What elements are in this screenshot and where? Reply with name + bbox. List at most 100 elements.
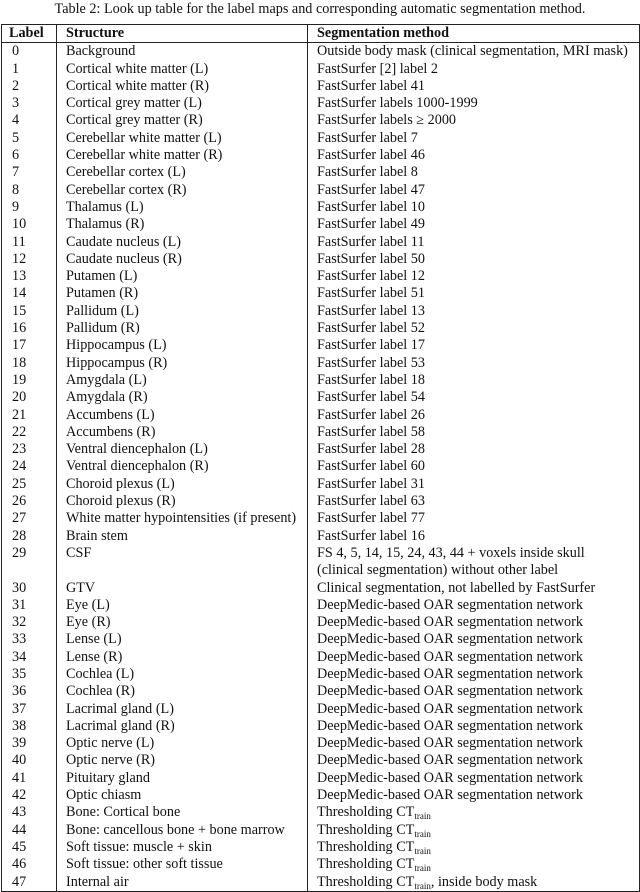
method-text: FastSurfer label 58 — [317, 423, 425, 440]
method-subscript: train — [414, 828, 431, 839]
method-subscript: train — [414, 863, 431, 874]
cell-label: 27 — [12, 510, 27, 527]
cell-label: 26 — [12, 493, 27, 510]
method-text-line2: (clinical segmentation) without other la… — [317, 562, 559, 579]
cell-segmentation-method: DeepMedic-based OAR segmentation network — [307, 683, 640, 701]
cell-structure: Eye (L) — [56, 596, 308, 615]
cell-structure: Pallidum (R) — [56, 320, 308, 338]
cell-label: 31 — [12, 596, 27, 613]
cell-segmentation-method: DeepMedic-based OAR segmentation network — [307, 717, 640, 736]
method-text: DeepMedic-based OAR segmentation network — [317, 752, 583, 769]
table-row: 20 Amygdala (R) FastSurfer label 54 — [2, 389, 640, 407]
cell-structure: Cerebellar cortex (R) — [56, 181, 308, 199]
cell-structure: Thalamus (R) — [56, 216, 308, 234]
method-text: FastSurfer label 31 — [317, 475, 425, 492]
cell-label: 16 — [12, 320, 27, 337]
cell-label: 43 — [12, 804, 27, 821]
cell-segmentation-method: FastSurfer label 54 — [307, 389, 640, 407]
table-row: 37 Lacrimal gland (L) DeepMedic-based OAR … — [2, 700, 640, 718]
table-row: 38 Lacrimal gland (R) DeepMedic-based OAR … — [2, 717, 640, 736]
method-text: FastSurfer label 50 — [317, 250, 425, 267]
label-lookup-table: Label Structure Segmentation method 0 Bac… — [1, 24, 640, 892]
method-text: FastSurfer label 11 — [317, 233, 425, 250]
cell-label: 10 — [12, 216, 27, 233]
cell-segmentation-method: DeepMedic-based OAR segmentation network — [307, 631, 640, 649]
method-text: DeepMedic-based OAR segmentation network — [317, 769, 583, 786]
cell-segmentation-method: FastSurfer label 47 — [307, 181, 640, 199]
cell-segmentation-method: FastSurfer label 63 — [307, 493, 640, 511]
cell-label: 17 — [12, 337, 27, 354]
method-text: FastSurfer label 51 — [317, 285, 425, 302]
cell-structure: Cortical grey matter (L) — [56, 95, 308, 113]
cell-label: 35 — [12, 665, 27, 682]
table-row: 13 Putamen (L) FastSurfer label 12 — [2, 268, 640, 286]
cell-segmentation-method: FS 4, 5, 14, 15, 24, 43, 44 + voxels ins… — [307, 544, 640, 580]
table-row: 11 Caudate nucleus (L) FastSurfer label 11 — [2, 233, 640, 251]
cell-segmentation-method: FastSurfer label 77 — [307, 510, 640, 528]
method-text: FastSurfer label 17 — [317, 337, 425, 354]
cell-label: 46 — [12, 856, 27, 873]
cell-structure: GTV — [56, 579, 308, 597]
cell-segmentation-method: DeepMedic-based OAR segmentation network — [307, 769, 640, 788]
method-text: FastSurfer labels 1000-1999 — [317, 95, 478, 112]
method-text: FastSurfer label 8 — [317, 164, 418, 181]
table-row: 35 Cochlea (L) DeepMedic-based OAR segment… — [2, 665, 640, 684]
cell-segmentation-method: FastSurfer label 12 — [307, 268, 640, 286]
cell-label: 37 — [12, 700, 27, 717]
cell-segmentation-method: FastSurfer label 51 — [307, 285, 640, 303]
cell-label: 18 — [12, 354, 27, 371]
cell-structure: Optic nerve (L) — [56, 735, 308, 753]
cell-structure: Amygdala (L) — [56, 371, 308, 390]
cell-segmentation-method: FastSurfer label 60 — [307, 458, 640, 476]
cell-structure: Cortical white matter (R) — [56, 77, 308, 96]
method-text: FastSurfer label 52 — [317, 320, 425, 337]
cell-structure: Cerebellar cortex (L) — [56, 164, 308, 182]
cell-label: 28 — [12, 527, 27, 544]
cell-label: 15 — [12, 302, 27, 319]
method-text: FastSurfer label 18 — [317, 371, 425, 388]
method-text: Outside body mask (clinical segmentation… — [317, 43, 628, 60]
table-row: 19 Amygdala (L) FastSurfer label 18 — [2, 371, 640, 390]
header-structure: Structure — [56, 24, 308, 44]
method-text: FastSurfer label 77 — [317, 510, 425, 527]
method-text: FastSurfer label 7 — [317, 129, 418, 146]
method-text: FastSurfer label 46 — [317, 147, 425, 164]
cell-structure: Caudate nucleus (R) — [56, 250, 308, 269]
table-row: 2 Cortical white matter (R) FastSurfer lab… — [2, 77, 640, 96]
cell-label: 9 — [12, 198, 20, 215]
table-header-row: Label Structure Segmentation method — [1, 24, 640, 44]
method-text: FastSurfer label 26 — [317, 406, 425, 423]
table-row: 10 Thalamus (R) FastSurfer label 49 — [2, 216, 640, 234]
table-row: 22 Accumbens (R) FastSurfer label 58 — [2, 423, 640, 442]
cell-label: 12 — [12, 250, 27, 267]
cell-structure: Hippocampus (L) — [56, 337, 308, 355]
cell-structure: Cortical white matter (L) — [56, 60, 308, 78]
method-text: FastSurfer label 54 — [317, 389, 425, 406]
method-text: FastSurfer [2] label 2 — [317, 60, 438, 77]
method-text: Thresholding CT — [317, 873, 415, 890]
table-row: 36 Cochlea (R) DeepMedic-based OAR segment… — [2, 683, 640, 701]
cell-label: 47 — [12, 873, 27, 890]
cell-segmentation-method: FastSurfer [2] label 2 — [307, 60, 640, 78]
cell-segmentation-method: FastSurfer label 7 — [307, 129, 640, 148]
cell-label: 39 — [12, 735, 27, 752]
method-subscript: train — [414, 880, 431, 891]
cell-segmentation-method: FastSurfer label 17 — [307, 337, 640, 355]
cell-segmentation-method: DeepMedic-based OAR segmentation network — [307, 665, 640, 684]
cell-segmentation-method: FastSurfer label 31 — [307, 475, 640, 494]
cell-segmentation-method: FastSurfer label 41 — [307, 77, 640, 96]
cell-segmentation-method: FastSurfer label 26 — [307, 406, 640, 424]
cell-label: 30 — [12, 579, 27, 596]
cell-structure: Cerebellar white matter (R) — [56, 147, 308, 165]
header-label: Label — [1, 24, 57, 44]
cell-structure: Choroid plexus (R) — [56, 493, 308, 511]
cell-structure: Lense (L) — [56, 631, 308, 649]
cell-label: 13 — [12, 268, 27, 285]
cell-structure: Bone: Cortical bone — [56, 804, 308, 822]
cell-label: 41 — [12, 769, 27, 786]
table-row: 8 Cerebellar cortex (R) FastSurfer label 4… — [2, 181, 640, 199]
cell-label: 24 — [12, 458, 27, 475]
table-row: 4 Cortical grey matter (R) FastSurfer labe… — [2, 112, 640, 130]
cell-segmentation-method: Thresholding CTtrain — [307, 856, 640, 874]
cell-segmentation-method: DeepMedic-based OAR segmentation network — [307, 735, 640, 753]
